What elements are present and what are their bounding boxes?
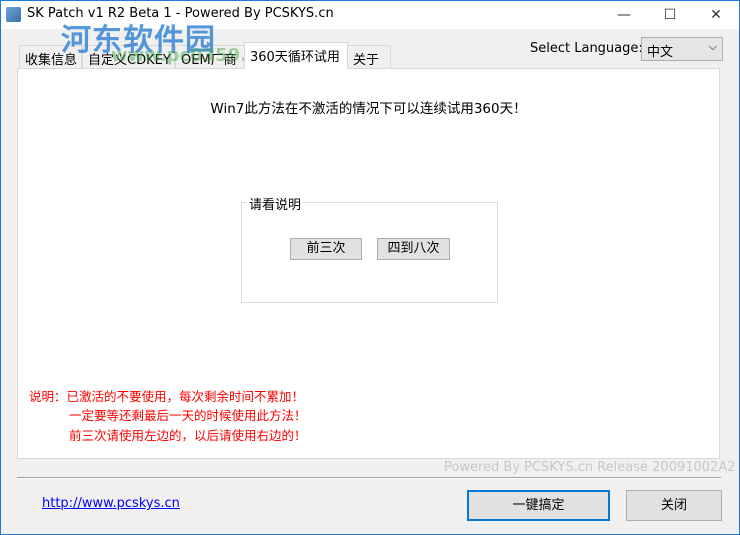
note-3: 前三次请使用左边的，以后请使用右边的！ [69, 428, 307, 443]
close-window-button[interactable]: ✕ [693, 1, 739, 29]
first-three-button[interactable]: 前三次 [290, 238, 362, 260]
minimize-button[interactable]: — [601, 1, 647, 29]
language-label: Select Language: [530, 41, 643, 56]
language-select[interactable]: 中文 ⌵ [641, 37, 723, 61]
instructions-group [241, 202, 498, 303]
language-value: 中文 [647, 45, 674, 60]
chevron-down-icon: ⌵ [708, 40, 717, 53]
four-to-eight-button[interactable]: 四到八次 [377, 238, 450, 260]
tab-about[interactable]: 关于 [347, 45, 391, 68]
maximize-button[interactable]: ☐ [647, 1, 693, 29]
headline: Win7此方法在不激活的情况下可以连续试用360天！ [210, 101, 527, 117]
app-icon [6, 7, 21, 22]
close-button[interactable]: 关闭 [626, 490, 722, 521]
website-link[interactable]: http://www.pcskys.cn [42, 496, 180, 511]
note-1: 说明：已激活的不要使用，每次剩余时间不累加！ [29, 389, 305, 404]
note-2: 一定要等还剩最后一天的时候使用此方法！ [69, 408, 307, 423]
one-click-button[interactable]: 一键搞定 [467, 490, 610, 521]
release-info: Powered By PCSKYS.cn Release 20091002A2 [444, 460, 736, 475]
tab-360-day-trial[interactable]: 360天循环试用 [244, 42, 348, 69]
group-title: 请看说明 [247, 194, 304, 213]
divider [17, 477, 721, 479]
